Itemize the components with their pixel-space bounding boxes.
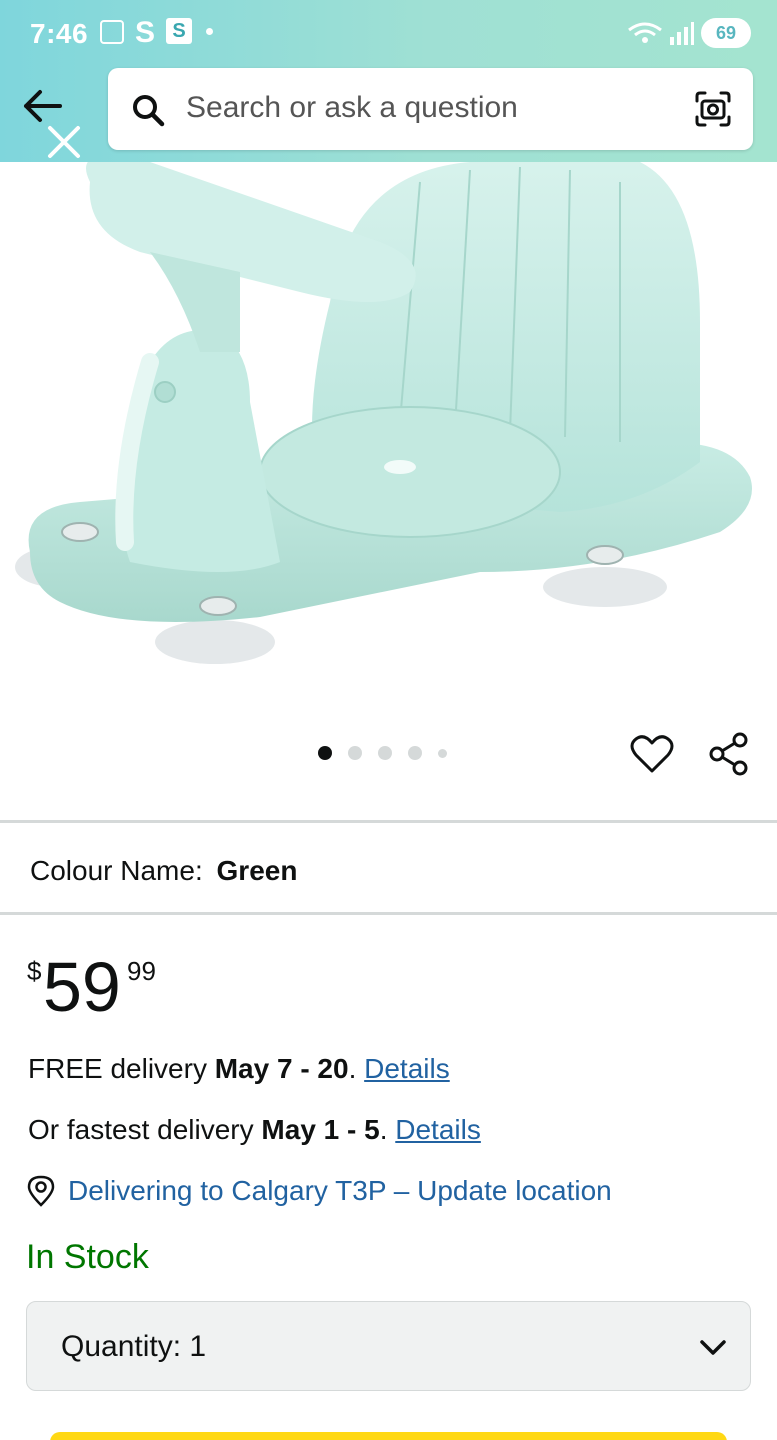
product-image[interactable] — [0, 162, 777, 722]
status-s-label: S — [135, 16, 156, 49]
share-icon[interactable] — [708, 731, 750, 777]
notification-dot — [206, 28, 213, 35]
close-icon[interactable] — [44, 122, 84, 162]
section-divider — [0, 820, 777, 823]
status-indicators: 69 — [627, 18, 751, 48]
pagination-dot[interactable] — [378, 746, 392, 760]
fast-delivery-details-link[interactable]: Details — [395, 1114, 481, 1145]
heart-icon[interactable] — [630, 733, 674, 775]
add-to-cart-button[interactable] — [50, 1432, 727, 1440]
quantity-label: Quantity: 1 — [61, 1330, 207, 1363]
colour-value: Green — [216, 855, 298, 886]
search-icon — [133, 95, 165, 127]
free-delivery-dates: May 7 - 20 — [214, 1053, 349, 1084]
fast-delivery-prefix: Or fastest delivery — [28, 1114, 254, 1145]
colour-label: Colour Name: — [30, 855, 203, 886]
signal-icon — [670, 22, 694, 45]
app-header: 7:46 S S 69 Search or ask a question — [0, 0, 777, 162]
battery-indicator: 69 — [701, 18, 751, 48]
pagination-dot[interactable] — [408, 746, 422, 760]
status-time: 7:46 — [30, 18, 89, 49]
search-bar[interactable]: Search or ask a question — [108, 68, 753, 150]
free-delivery-prefix: FREE delivery — [28, 1053, 207, 1084]
colour-selection: Colour Name: Green — [30, 855, 297, 887]
free-delivery-details-link[interactable]: Details — [364, 1053, 450, 1084]
price-fraction: 99 — [127, 956, 156, 986]
screenshot-icon — [100, 20, 124, 44]
arrow-left-icon[interactable] — [20, 88, 64, 124]
free-delivery-row: FREE delivery May 7 - 20. Details — [28, 1053, 450, 1084]
pagination-dot[interactable] — [348, 746, 362, 760]
chevron-down-icon — [700, 1340, 726, 1355]
quantity-value: 1 — [189, 1330, 207, 1363]
wifi-icon — [628, 22, 662, 43]
fast-delivery-dates: May 1 - 5 — [261, 1114, 380, 1145]
stock-status: In Stock — [26, 1238, 149, 1276]
price-whole: 59 — [43, 948, 121, 1026]
pagination-dot[interactable] — [438, 748, 447, 758]
search-input[interactable]: Search or ask a question — [186, 91, 518, 125]
pagination-dot[interactable] — [318, 746, 332, 760]
camera-scan-icon[interactable] — [693, 89, 733, 129]
delivery-location-link[interactable]: Delivering to Calgary T3P – Update locat… — [68, 1175, 612, 1207]
status-s-box: S — [166, 18, 192, 44]
price-currency: $ — [27, 956, 42, 986]
bath-seat-image — [15, 162, 753, 664]
section-divider — [0, 912, 777, 915]
location-pin-icon — [27, 1175, 55, 1207]
status-bar: 7:46 S S 69 — [0, 0, 777, 62]
quantity-select[interactable]: Quantity: 1 — [26, 1301, 751, 1391]
image-pagination[interactable] — [318, 744, 447, 762]
fast-delivery-row: Or fastest delivery May 1 - 5. Details — [28, 1114, 481, 1145]
